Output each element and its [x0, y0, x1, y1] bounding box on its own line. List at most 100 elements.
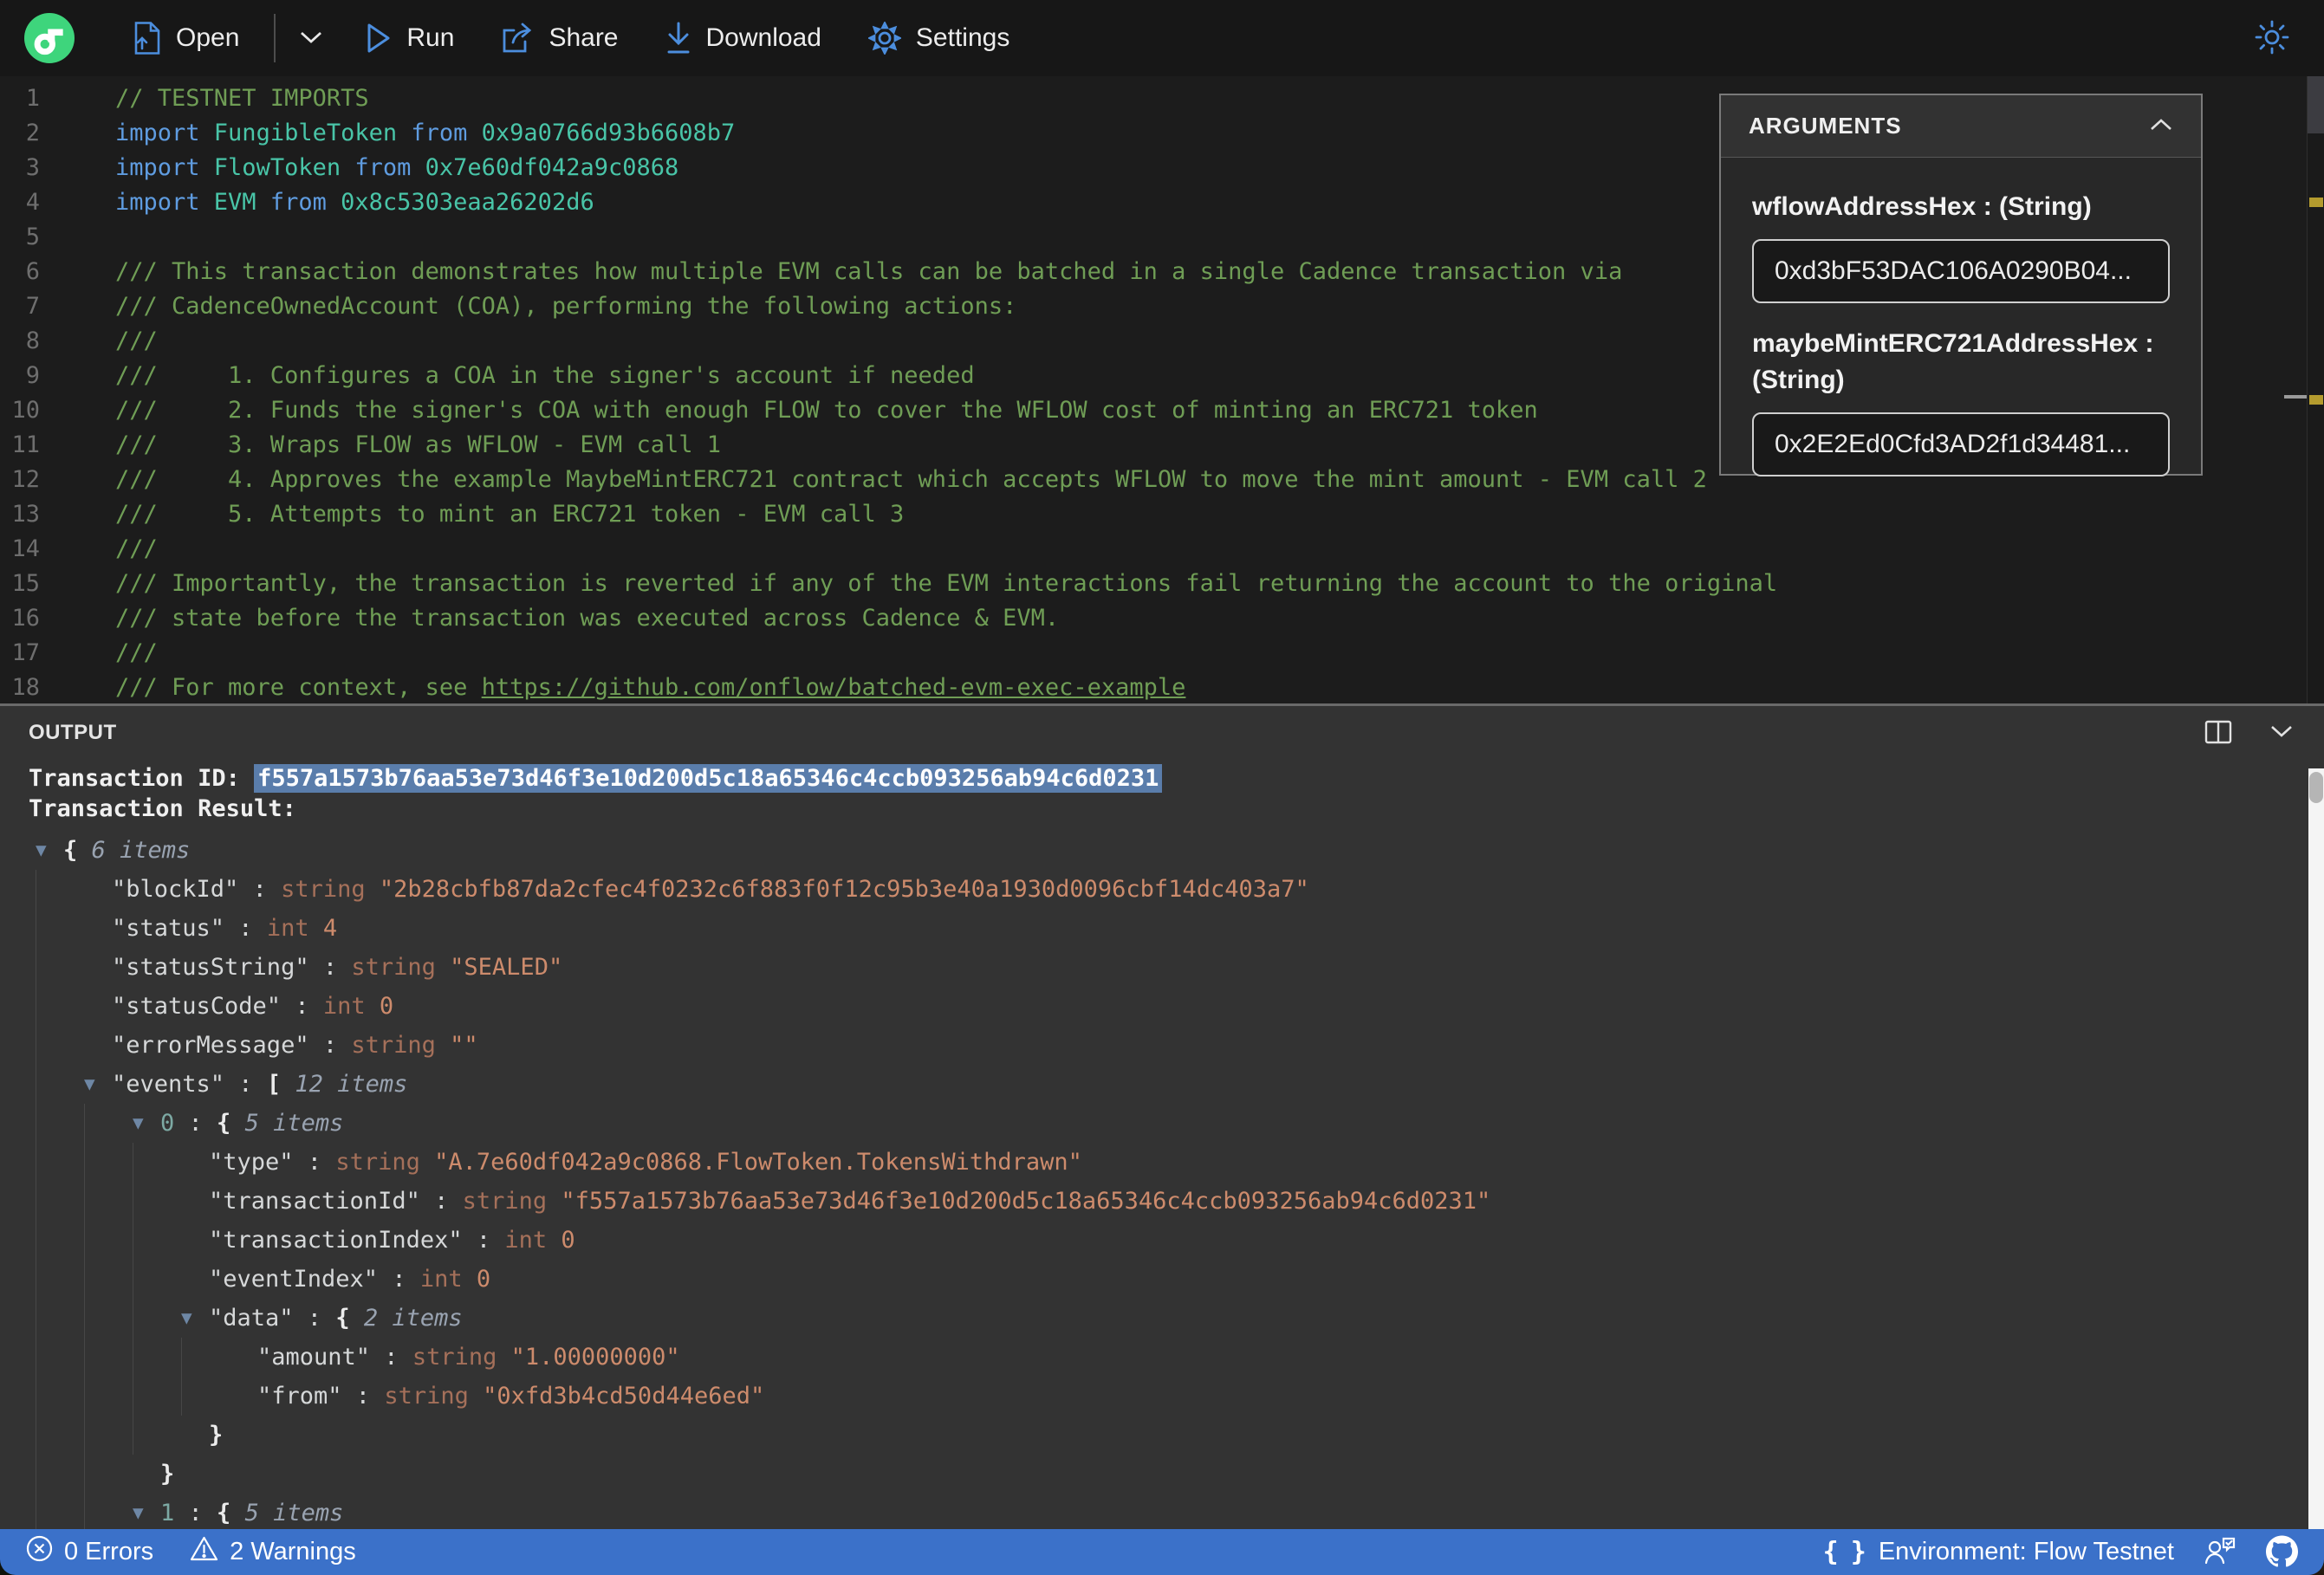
warnings-status[interactable]: 2 Warnings — [190, 1536, 356, 1569]
tree-token: "events" — [112, 1071, 225, 1098]
person-feedback-icon — [2204, 1536, 2236, 1568]
indent-guide — [133, 1416, 181, 1455]
code-token: import — [115, 154, 214, 181]
json-tree-row: ▼ "events" : [ 12 items — [36, 1065, 2307, 1104]
tree-collapse-toggle[interactable]: ▼ — [133, 1494, 160, 1529]
output-scrollbar-thumb[interactable] — [2309, 772, 2323, 803]
line-number: 16 — [11, 605, 40, 632]
tree-token: string — [281, 876, 380, 903]
code-text: /// 4. Approves the example MaybeMintERC… — [115, 463, 1707, 497]
arguments-collapse-button[interactable] — [2149, 118, 2173, 134]
editor-scrollbar[interactable] — [2307, 76, 2324, 703]
argument-label: maybeMintERC721AddressHex : (String) — [1752, 329, 2154, 394]
run-label: Run — [406, 23, 455, 52]
tree-token: : — [341, 1383, 385, 1410]
line-number: 11 — [11, 431, 40, 458]
tree-token: : — [378, 1266, 420, 1293]
code-token: /// 3. Wraps FLOW as WFLOW - EVM call 1 — [115, 431, 721, 458]
code-text: /// 3. Wraps FLOW as WFLOW - EVM call 1 — [115, 428, 721, 463]
code-token: FlowToken — [213, 154, 355, 181]
theme-toggle-button[interactable] — [2253, 18, 2291, 59]
warning-mark — [2309, 198, 2323, 207]
json-tree-row: "eventIndex" : int 0 — [36, 1260, 2307, 1299]
indent-guide — [133, 1260, 181, 1299]
indent-guide — [36, 870, 84, 909]
tree-token: "status" — [112, 915, 225, 942]
open-dropdown-chevron[interactable] — [298, 29, 324, 48]
output-scrollbar[interactable] — [2308, 768, 2324, 1529]
code-text: /// — [115, 324, 158, 359]
line-number: 8 — [25, 327, 40, 354]
line-number: 1 — [25, 85, 40, 112]
tree-collapse-toggle[interactable]: ▼ — [84, 1065, 112, 1104]
tree-token: "transactionIndex" — [209, 1227, 463, 1254]
tree-token: : — [370, 1344, 412, 1371]
code-line: 18 /// For more context, see https://gith… — [0, 671, 2324, 703]
indent-guide — [181, 1377, 230, 1416]
open-button[interactable]: Open — [132, 22, 239, 55]
line-number: 15 — [11, 570, 40, 597]
indent-guide — [84, 1221, 133, 1260]
split-view-button[interactable] — [2204, 720, 2232, 747]
share-button[interactable]: Share — [501, 22, 619, 55]
feedback-button[interactable] — [2204, 1536, 2236, 1568]
tree-token: int — [322, 993, 380, 1020]
json-tree-row: "errorMessage" : string "" — [36, 1026, 2307, 1065]
json-tree-row: "statusCode" : int 0 — [36, 987, 2307, 1026]
share-icon — [501, 22, 534, 55]
environment-label: Environment: Flow Testnet — [1878, 1538, 2174, 1565]
tree-token: { — [217, 1500, 231, 1526]
code-text: /// 1. Configures a COA in the signer's … — [115, 359, 975, 393]
tree-collapse-toggle[interactable]: ▼ — [181, 1299, 209, 1338]
tree-token: "1.00000000" — [510, 1344, 680, 1371]
environment-status[interactable]: { } Environment: Flow Testnet — [1823, 1537, 2174, 1567]
line-number: 13 — [11, 501, 40, 528]
tree-collapse-toggle[interactable]: ▼ — [133, 1104, 160, 1143]
output-collapse-button[interactable] — [2269, 724, 2295, 742]
code-token: from — [269, 189, 341, 216]
download-label: Download — [705, 23, 821, 52]
indent-guide — [133, 1299, 181, 1338]
wflow-address-input[interactable] — [1752, 239, 2170, 303]
settings-button[interactable]: Settings — [867, 22, 1009, 55]
json-tree-row: "statusString" : string "SEALED" — [36, 948, 2307, 987]
json-tree-row: ▼ 0 : { 5 items — [36, 1104, 2307, 1143]
run-button[interactable]: Run — [366, 23, 454, 54]
code-text: /// 2. Funds the signer's COA with enoug… — [115, 393, 1538, 428]
tree-token: } — [160, 1461, 175, 1488]
errors-status[interactable]: 0 Errors — [26, 1535, 153, 1569]
tree-token: : — [224, 1071, 267, 1098]
code-token: /// For more context, see — [115, 674, 482, 701]
editor-scrollbar-thumb[interactable] — [2308, 76, 2324, 133]
chevron-down-icon — [2269, 724, 2295, 742]
indent-guide — [36, 1221, 84, 1260]
code-link[interactable]: https://github.com/onflow/batched-evm-ex… — [482, 674, 1186, 701]
maybe-mint-erc721-address-input[interactable] — [1752, 412, 2170, 476]
arguments-panel-body: wflowAddressHex : (String) maybeMintERC7… — [1721, 158, 2201, 476]
download-icon — [665, 21, 691, 55]
indent-guide — [36, 1260, 84, 1299]
json-tree-row: "blockId" : string "2b28cbfb87da2cfec4f0… — [36, 870, 2307, 909]
arguments-panel-header: ARGUMENTS — [1721, 95, 2201, 158]
open-label: Open — [176, 23, 240, 52]
line-number: 10 — [11, 397, 40, 424]
tree-token: "transactionId" — [209, 1188, 420, 1215]
tree-token: : — [462, 1227, 505, 1254]
download-button[interactable]: Download — [665, 21, 821, 55]
tree-token: string — [351, 954, 451, 981]
tree-token: int — [266, 915, 323, 942]
tree-token: "0xfd3b4cd50d44e6ed" — [483, 1383, 765, 1410]
line-number: 3 — [25, 154, 40, 181]
indent-guide — [84, 1494, 133, 1529]
tree-token: 5 items — [230, 1110, 344, 1137]
indent-guide — [36, 1416, 84, 1455]
indent-guide — [84, 1182, 133, 1221]
arguments-title: ARGUMENTS — [1749, 113, 1902, 139]
tree-token: 0 — [379, 993, 394, 1020]
code-text: import FungibleToken from 0x9a0766d93b66… — [115, 116, 735, 151]
code-token: /// 4. Approves the example MaybeMintERC… — [115, 466, 1707, 493]
code-token: /// state before the transaction was exe… — [115, 605, 1060, 632]
tree-token: } — [209, 1422, 224, 1449]
tree-collapse-toggle[interactable]: ▼ — [36, 831, 63, 870]
github-link[interactable] — [2266, 1534, 2298, 1570]
